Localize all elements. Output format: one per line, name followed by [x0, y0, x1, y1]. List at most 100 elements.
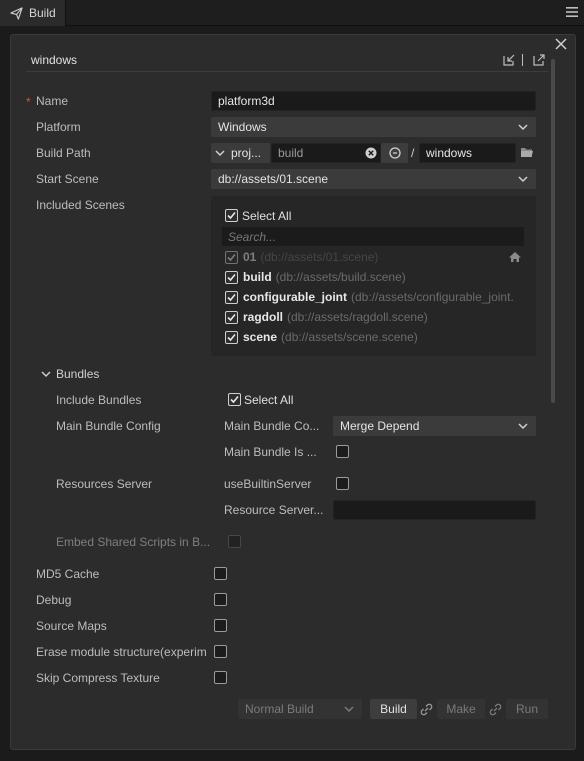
start-scene-value: db://assets/01.scene [218, 172, 329, 186]
scene-list: 01 (db://assets/01.scene) build (db://asset… [225, 250, 525, 350]
build-mode-value: Normal Build [245, 702, 314, 716]
name-input[interactable]: platform3d [211, 91, 536, 111]
use-builtin-server-checkbox[interactable] [336, 477, 349, 490]
scene-name: build [243, 270, 272, 284]
path-separator: / [411, 146, 415, 160]
build-panel [10, 34, 576, 750]
scene-list-item: ragdoll (db://assets/ragdoll.scene) [225, 310, 428, 324]
build-path-root-select[interactable]: proj... [211, 143, 270, 163]
folder-icon[interactable] [520, 147, 534, 158]
name-value: platform3d [218, 94, 275, 108]
main-bundle-compression-label: Main Bundle Co... [224, 419, 320, 433]
build-button[interactable]: Build [370, 699, 417, 719]
hamburger-menu-icon[interactable] [566, 6, 578, 18]
start-scene-label: Start Scene [36, 172, 99, 186]
open-path-button[interactable] [381, 143, 408, 163]
scene-checkbox[interactable] [225, 330, 238, 344]
include-bundles-select-all: Select All [244, 393, 294, 407]
skip-compress-texture-checkbox[interactable] [214, 671, 227, 684]
check-icon [227, 313, 236, 321]
scene-checkbox[interactable] [225, 250, 238, 264]
link-icon [489, 703, 502, 716]
check-icon [227, 333, 236, 341]
erase-module-label: Erase module structure(experim [36, 645, 206, 659]
source-maps-label: Source Maps [36, 619, 107, 633]
select-all-scenes-checkbox[interactable] [225, 209, 238, 222]
build-mode-select[interactable]: Normal Build [238, 699, 362, 719]
name-label: Name [36, 94, 69, 108]
scene-path: (db://assets/scene.scene) [281, 330, 418, 344]
run-button[interactable]: Run [506, 699, 548, 719]
link-icon [420, 703, 433, 716]
chevron-down-icon [518, 124, 528, 131]
select-all-scenes-label: Select All [242, 209, 292, 223]
embed-shared-scripts-checkbox[interactable] [228, 535, 241, 548]
include-bundles-checkbox[interactable] [228, 393, 241, 406]
close-icon[interactable] [553, 36, 569, 52]
scene-checkbox[interactable] [225, 310, 238, 324]
required-mark: * [26, 95, 31, 109]
scene-list-item: configurable_joint (db://assets/configura… [225, 290, 514, 304]
search-icon [388, 147, 401, 159]
main-bundle-compression-select[interactable]: Merge Depend [333, 416, 536, 436]
md5-cache-checkbox[interactable] [214, 567, 227, 580]
included-scenes-label: Included Scenes [36, 198, 125, 212]
scene-checkbox[interactable] [225, 270, 238, 284]
scene-list-item: 01 (db://assets/01.scene) [225, 250, 378, 264]
check-icon [227, 293, 236, 301]
platform-title: windows [31, 53, 78, 67]
scene-name: scene [243, 330, 278, 344]
build-path-label: Build Path [36, 146, 91, 160]
export-icon[interactable] [532, 53, 546, 67]
use-builtin-server-label: useBuiltinServer [224, 477, 312, 491]
scene-name: configurable_joint [243, 290, 348, 304]
resource-server-address-input[interactable] [333, 500, 536, 520]
platform-value: Windows [218, 120, 267, 134]
bundles-title: Bundles [56, 367, 100, 381]
make-button[interactable]: Make [437, 699, 485, 719]
scene-list-item: build (db://assets/build.scene) [225, 270, 406, 284]
tab-title: Build [29, 6, 56, 20]
chevron-down-icon [518, 176, 528, 183]
check-icon [230, 395, 239, 404]
scene-name: 01 [243, 250, 257, 264]
main-bundle-is-remote-label: Main Bundle Is ... [224, 445, 317, 459]
debug-checkbox[interactable] [214, 593, 227, 606]
check-icon [227, 273, 236, 281]
scrollbar[interactable] [551, 59, 555, 403]
scene-search-input[interactable]: Search... [222, 227, 524, 246]
check-icon [227, 253, 236, 261]
tab-build[interactable]: Build [0, 0, 66, 26]
start-scene-select[interactable]: db://assets/01.scene [211, 169, 536, 189]
make-button-label: Make [446, 702, 476, 716]
scene-search-placeholder: Search... [228, 229, 277, 244]
main-bundle-compression-value: Merge Depend [340, 419, 420, 433]
erase-module-checkbox[interactable] [214, 645, 227, 658]
md5-cache-label: MD5 Cache [36, 567, 100, 581]
main-bundle-is-remote-checkbox[interactable] [336, 445, 349, 458]
scene-path: (db://assets/build.scene) [275, 270, 406, 284]
build-path-suffix: windows [426, 146, 473, 160]
include-bundles-label: Include Bundles [56, 393, 142, 407]
scene-checkbox[interactable] [225, 290, 238, 304]
scene-name: ragdoll [243, 310, 284, 324]
skip-compress-texture-label: Skip Compress Texture [36, 671, 160, 685]
check-icon [227, 211, 236, 220]
build-path-value: build [278, 146, 304, 160]
import-icon[interactable] [502, 53, 516, 67]
build-button-label: Build [380, 702, 407, 716]
platform-select[interactable]: Windows [211, 117, 536, 137]
source-maps-checkbox[interactable] [214, 619, 227, 632]
scene-path: (db://assets/01.scene) [260, 250, 379, 264]
build-path-suffix-input[interactable]: windows [419, 143, 516, 163]
debug-label: Debug [36, 593, 72, 607]
build-path-prefix: proj... [231, 146, 262, 160]
header-separator [522, 54, 523, 66]
scene-path: (db://assets/configurable_joint. [351, 290, 514, 304]
resources-server-label: Resources Server [56, 477, 153, 491]
clear-icon[interactable] [365, 147, 377, 159]
chevron-down-icon [344, 706, 354, 713]
bundles-collapse-icon[interactable] [41, 370, 51, 378]
send-icon [10, 6, 23, 20]
resource-server-address-label: Resource Server... [224, 503, 324, 517]
